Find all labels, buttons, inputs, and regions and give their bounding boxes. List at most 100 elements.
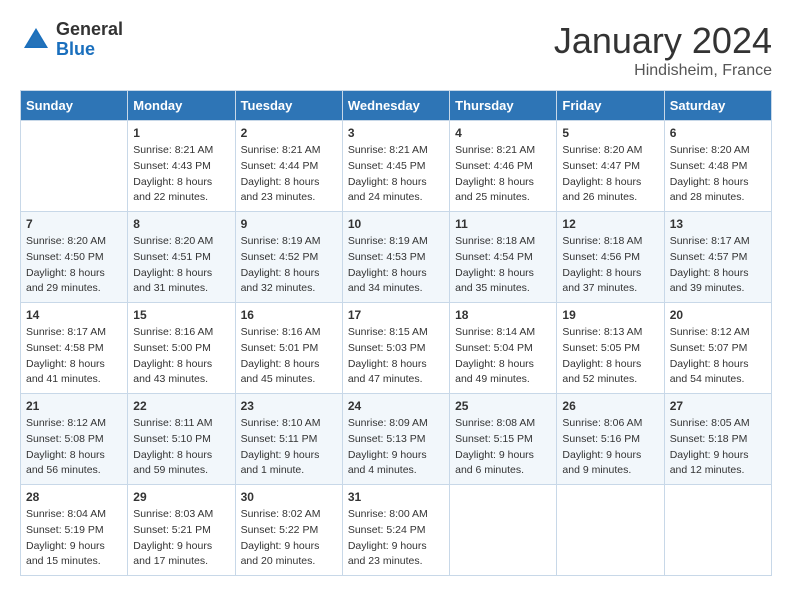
calendar-cell: 5Sunrise: 8:20 AMSunset: 4:47 PMDaylight… bbox=[557, 121, 664, 212]
day-info: Sunrise: 8:12 AMSunset: 5:07 PMDaylight:… bbox=[670, 325, 766, 388]
day-number: 1 bbox=[133, 126, 229, 140]
day-number: 23 bbox=[241, 399, 337, 413]
day-number: 20 bbox=[670, 308, 766, 322]
day-number: 3 bbox=[348, 126, 444, 140]
day-info: Sunrise: 8:03 AMSunset: 5:21 PMDaylight:… bbox=[133, 507, 229, 570]
calendar-cell: 11Sunrise: 8:18 AMSunset: 4:54 PMDayligh… bbox=[450, 212, 557, 303]
day-number: 27 bbox=[670, 399, 766, 413]
day-info: Sunrise: 8:21 AMSunset: 4:45 PMDaylight:… bbox=[348, 143, 444, 206]
day-number: 14 bbox=[26, 308, 122, 322]
calendar-cell: 21 Sunrise: 8:12 AMSunset: 5:08 PMDayligh… bbox=[21, 394, 128, 485]
logo-line1: General bbox=[56, 20, 123, 40]
day-number: 22 bbox=[133, 399, 229, 413]
day-number: 25 bbox=[455, 399, 551, 413]
day-info: Sunrise: 8:16 AMSunset: 5:01 PMDaylight:… bbox=[241, 325, 337, 388]
day-info: Sunrise: 8:06 AMSunset: 5:16 PMDaylight:… bbox=[562, 416, 658, 479]
day-info: Sunrise: 8:21 AMSunset: 4:43 PMDaylight:… bbox=[133, 143, 229, 206]
weekday-header: Saturday bbox=[664, 91, 771, 121]
calendar-cell: 24Sunrise: 8:09 AMSunset: 5:13 PMDayligh… bbox=[342, 394, 449, 485]
day-info: Sunrise: 8:20 AMSunset: 4:48 PMDaylight:… bbox=[670, 143, 766, 206]
calendar-cell: 10Sunrise: 8:19 AMSunset: 4:53 PMDayligh… bbox=[342, 212, 449, 303]
day-info: Sunrise: 8:15 AMSunset: 5:03 PMDaylight:… bbox=[348, 325, 444, 388]
day-number: 30 bbox=[241, 490, 337, 504]
calendar-cell: 6 Sunrise: 8:20 AMSunset: 4:48 PMDaylight… bbox=[664, 121, 771, 212]
day-number: 12 bbox=[562, 217, 658, 231]
day-number: 2 bbox=[241, 126, 337, 140]
day-info: Sunrise: 8:21 AMSunset: 4:44 PMDaylight:… bbox=[241, 143, 337, 206]
day-info: Sunrise: 8:19 AMSunset: 4:53 PMDaylight:… bbox=[348, 234, 444, 297]
calendar-cell: 4Sunrise: 8:21 AMSunset: 4:46 PMDaylight… bbox=[450, 121, 557, 212]
weekday-header: Monday bbox=[128, 91, 235, 121]
calendar-cell: 15Sunrise: 8:16 AMSunset: 5:00 PMDayligh… bbox=[128, 303, 235, 394]
calendar-cell: 2 Sunrise: 8:21 AMSunset: 4:44 PMDaylight… bbox=[235, 121, 342, 212]
day-number: 7 bbox=[26, 217, 122, 231]
calendar-header-row: SundayMondayTuesdayWednesdayThursdayFrid… bbox=[21, 91, 772, 121]
calendar-cell: 17 Sunrise: 8:15 AMSunset: 5:03 PMDayligh… bbox=[342, 303, 449, 394]
day-info: Sunrise: 8:16 AMSunset: 5:00 PMDaylight:… bbox=[133, 325, 229, 388]
calendar-cell: 3 Sunrise: 8:21 AMSunset: 4:45 PMDaylight… bbox=[342, 121, 449, 212]
day-info: Sunrise: 8:08 AMSunset: 5:15 PMDaylight:… bbox=[455, 416, 551, 479]
day-info: Sunrise: 8:12 AMSunset: 5:08 PMDaylight:… bbox=[26, 416, 122, 479]
weekday-header: Sunday bbox=[21, 91, 128, 121]
day-info: Sunrise: 8:04 AMSunset: 5:19 PMDaylight:… bbox=[26, 507, 122, 570]
day-number: 17 bbox=[348, 308, 444, 322]
day-number: 8 bbox=[133, 217, 229, 231]
day-number: 21 bbox=[26, 399, 122, 413]
calendar-week-row: 28 Sunrise: 8:04 AMSunset: 5:19 PMDayligh… bbox=[21, 485, 772, 576]
day-info: Sunrise: 8:10 AMSunset: 5:11 PMDaylight:… bbox=[241, 416, 337, 479]
calendar-cell: 19 Sunrise: 8:13 AMSunset: 5:05 PMDayligh… bbox=[557, 303, 664, 394]
day-number: 31 bbox=[348, 490, 444, 504]
day-number: 24 bbox=[348, 399, 444, 413]
calendar-cell: 20 Sunrise: 8:12 AMSunset: 5:07 PMDayligh… bbox=[664, 303, 771, 394]
calendar-cell: 26 Sunrise: 8:06 AMSunset: 5:16 PMDayligh… bbox=[557, 394, 664, 485]
weekday-header: Wednesday bbox=[342, 91, 449, 121]
day-info: Sunrise: 8:20 AMSunset: 4:51 PMDaylight:… bbox=[133, 234, 229, 297]
logo-icon bbox=[20, 24, 52, 56]
day-info: Sunrise: 8:00 AMSunset: 5:24 PMDaylight:… bbox=[348, 507, 444, 570]
day-number: 18 bbox=[455, 308, 551, 322]
day-info: Sunrise: 8:13 AMSunset: 5:05 PMDaylight:… bbox=[562, 325, 658, 388]
calendar-cell bbox=[664, 485, 771, 576]
logo: General Blue bbox=[20, 20, 123, 60]
calendar-cell: 30 Sunrise: 8:02 AMSunset: 5:22 PMDayligh… bbox=[235, 485, 342, 576]
weekday-header: Thursday bbox=[450, 91, 557, 121]
calendar-cell: 29Sunrise: 8:03 AMSunset: 5:21 PMDayligh… bbox=[128, 485, 235, 576]
calendar-cell: 25 Sunrise: 8:08 AMSunset: 5:15 PMDayligh… bbox=[450, 394, 557, 485]
title-block: January 2024 Hindisheim, France bbox=[554, 20, 772, 80]
day-info: Sunrise: 8:18 AMSunset: 4:56 PMDaylight:… bbox=[562, 234, 658, 297]
day-info: Sunrise: 8:20 AMSunset: 4:47 PMDaylight:… bbox=[562, 143, 658, 206]
weekday-header: Tuesday bbox=[235, 91, 342, 121]
calendar-cell: 28 Sunrise: 8:04 AMSunset: 5:19 PMDayligh… bbox=[21, 485, 128, 576]
calendar-week-row: 21 Sunrise: 8:12 AMSunset: 5:08 PMDayligh… bbox=[21, 394, 772, 485]
calendar-cell bbox=[557, 485, 664, 576]
day-info: Sunrise: 8:17 AMSunset: 4:57 PMDaylight:… bbox=[670, 234, 766, 297]
calendar-cell: 31 Sunrise: 8:00 AMSunset: 5:24 PMDayligh… bbox=[342, 485, 449, 576]
day-info: Sunrise: 8:17 AMSunset: 4:58 PMDaylight:… bbox=[26, 325, 122, 388]
day-info: Sunrise: 8:02 AMSunset: 5:22 PMDaylight:… bbox=[241, 507, 337, 570]
calendar-week-row: 14 Sunrise: 8:17 AMSunset: 4:58 PMDayligh… bbox=[21, 303, 772, 394]
calendar-cell: 13Sunrise: 8:17 AMSunset: 4:57 PMDayligh… bbox=[664, 212, 771, 303]
weekday-header: Friday bbox=[557, 91, 664, 121]
day-info: Sunrise: 8:20 AMSunset: 4:50 PMDaylight:… bbox=[26, 234, 122, 297]
calendar-cell: 7 Sunrise: 8:20 AMSunset: 4:50 PMDaylight… bbox=[21, 212, 128, 303]
calendar-cell: 23 Sunrise: 8:10 AMSunset: 5:11 PMDayligh… bbox=[235, 394, 342, 485]
day-info: Sunrise: 8:14 AMSunset: 5:04 PMDaylight:… bbox=[455, 325, 551, 388]
day-number: 6 bbox=[670, 126, 766, 140]
day-info: Sunrise: 8:21 AMSunset: 4:46 PMDaylight:… bbox=[455, 143, 551, 206]
calendar-cell bbox=[21, 121, 128, 212]
day-info: Sunrise: 8:18 AMSunset: 4:54 PMDaylight:… bbox=[455, 234, 551, 297]
calendar-cell: 14 Sunrise: 8:17 AMSunset: 4:58 PMDayligh… bbox=[21, 303, 128, 394]
calendar-cell: 12 Sunrise: 8:18 AMSunset: 4:56 PMDayligh… bbox=[557, 212, 664, 303]
calendar-cell: 1 Sunrise: 8:21 AMSunset: 4:43 PMDaylight… bbox=[128, 121, 235, 212]
calendar-cell: 18 Sunrise: 8:14 AMSunset: 5:04 PMDayligh… bbox=[450, 303, 557, 394]
day-number: 19 bbox=[562, 308, 658, 322]
day-info: Sunrise: 8:19 AMSunset: 4:52 PMDaylight:… bbox=[241, 234, 337, 297]
calendar-cell: 27Sunrise: 8:05 AMSunset: 5:18 PMDayligh… bbox=[664, 394, 771, 485]
day-number: 26 bbox=[562, 399, 658, 413]
page-header: General Blue January 2024 Hindisheim, Fr… bbox=[20, 20, 772, 80]
calendar-cell: 16Sunrise: 8:16 AMSunset: 5:01 PMDayligh… bbox=[235, 303, 342, 394]
calendar-week-row: 1 Sunrise: 8:21 AMSunset: 4:43 PMDaylight… bbox=[21, 121, 772, 212]
day-info: Sunrise: 8:11 AMSunset: 5:10 PMDaylight:… bbox=[133, 416, 229, 479]
location-subtitle: Hindisheim, France bbox=[554, 62, 772, 80]
day-number: 28 bbox=[26, 490, 122, 504]
